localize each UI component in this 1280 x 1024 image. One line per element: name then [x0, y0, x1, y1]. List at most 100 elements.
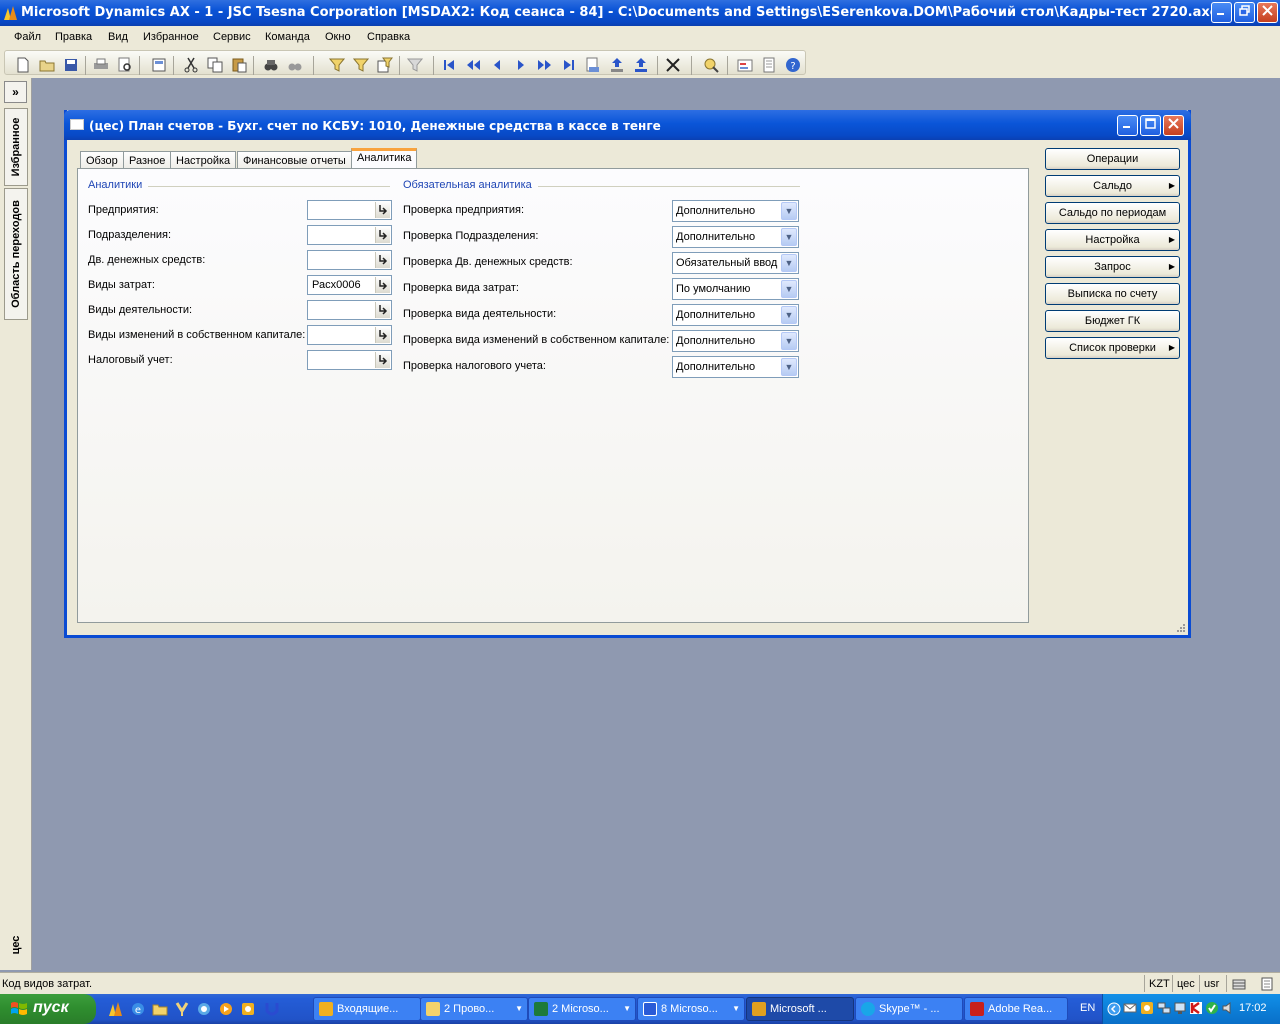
menu-favorites[interactable]: Избранное	[143, 31, 199, 43]
balance-button[interactable]: Сальдо ▶	[1045, 175, 1180, 197]
departments-input[interactable]	[307, 225, 392, 245]
cut-icon[interactable]	[183, 57, 199, 73]
task-skype[interactable]: Skype™ - ...	[855, 997, 963, 1021]
find-icon[interactable]	[263, 57, 279, 73]
check-cost-type-select[interactable]: По умолчанию ▼	[672, 278, 799, 300]
new-icon[interactable]	[15, 57, 31, 73]
transactions-button[interactable]: Операции	[1045, 148, 1180, 170]
minimize-button[interactable]	[1211, 2, 1232, 23]
first-record-icon[interactable]	[441, 57, 457, 73]
previous-page-icon[interactable]	[465, 57, 481, 73]
check-activity-type-select[interactable]: Дополнительно ▼	[672, 304, 799, 326]
menu-edit[interactable]: Правка	[55, 31, 92, 43]
check-tax-accounting-select[interactable]: Дополнительно ▼	[672, 356, 799, 378]
check-equity-changes-select[interactable]: Дополнительно ▼	[672, 330, 799, 352]
paste-icon[interactable]	[231, 57, 247, 73]
open-icon[interactable]	[39, 57, 55, 73]
previous-record-icon[interactable]	[489, 57, 505, 73]
advanced-filter-icon[interactable]	[377, 57, 393, 73]
navigation-pane-tab[interactable]: Область переходов	[4, 188, 28, 320]
close-button[interactable]	[1257, 2, 1278, 23]
status-company[interactable]: цес	[1177, 978, 1195, 990]
form-title-bar[interactable]: (цес) План счетов - Бухг. счет по КСБУ: …	[64, 110, 1191, 140]
lookup-button-equity-changes[interactable]	[375, 327, 390, 343]
menu-view[interactable]: Вид	[108, 31, 128, 43]
report-icon[interactable]	[737, 57, 753, 73]
last-record-icon[interactable]	[561, 57, 577, 73]
dynamics-ax-icon[interactable]	[108, 1001, 124, 1017]
menu-tools[interactable]: Сервис	[213, 31, 251, 43]
restore-button[interactable]	[1234, 2, 1255, 23]
lookup-button-cash-flow[interactable]	[375, 252, 390, 268]
chevron-left-icon[interactable]	[1107, 1002, 1121, 1016]
clock[interactable]: 17:02	[1239, 1002, 1267, 1014]
check-enterprise-select[interactable]: Дополнительно ▼	[672, 200, 799, 222]
form-minimize-button[interactable]	[1117, 115, 1138, 136]
database-icon[interactable]	[1232, 977, 1246, 991]
copy-icon[interactable]	[207, 57, 223, 73]
equity-changes-input[interactable]	[307, 325, 392, 345]
task-adobe-reader[interactable]: Adobe Rea...	[964, 997, 1068, 1021]
chevron-down-icon[interactable]: ▼	[781, 306, 797, 324]
network-connection-icon[interactable]	[1173, 1001, 1187, 1015]
chevron-down-icon[interactable]: ▼	[781, 358, 797, 376]
chevron-down-icon[interactable]: ▼	[781, 228, 797, 246]
volume-icon[interactable]	[1221, 1001, 1235, 1015]
menu-file[interactable]: Файл	[14, 31, 41, 43]
enterprises-input[interactable]	[307, 200, 392, 220]
app-u-icon[interactable]	[264, 1001, 280, 1017]
task-outlook[interactable]: Входящие...	[313, 997, 421, 1021]
document-status-icon[interactable]	[1260, 977, 1274, 991]
cash-flow-input[interactable]	[307, 250, 392, 270]
antivirus-icon[interactable]	[1189, 1001, 1203, 1015]
move-up-icon[interactable]	[633, 57, 649, 73]
media-player-icon[interactable]	[218, 1001, 234, 1017]
validation-list-button[interactable]: Список проверки ▶	[1045, 337, 1180, 359]
network-icon[interactable]	[1157, 1001, 1171, 1015]
help-icon[interactable]: ?	[785, 57, 801, 73]
chevron-down-icon[interactable]: ▼	[781, 254, 797, 272]
menu-command[interactable]: Команда	[265, 31, 310, 43]
lookup-icon[interactable]	[703, 57, 719, 73]
insert-record-icon[interactable]	[585, 57, 601, 73]
check-department-select[interactable]: Дополнительно ▼	[672, 226, 799, 248]
cost-types-input[interactable]: Расх0006	[307, 275, 392, 295]
filter-by-selection-icon[interactable]	[329, 57, 345, 73]
export-icon[interactable]	[609, 57, 625, 73]
folder-icon[interactable]	[152, 1001, 168, 1017]
menu-help[interactable]: Справка	[367, 31, 410, 43]
form-icon[interactable]	[151, 57, 167, 73]
find-next-icon[interactable]	[287, 57, 303, 73]
balance-by-periods-button[interactable]: Сальдо по периодам	[1045, 202, 1180, 224]
language-indicator[interactable]: EN	[1080, 1002, 1095, 1014]
save-icon[interactable]	[63, 57, 79, 73]
internet-explorer-icon[interactable]: e	[130, 1001, 146, 1017]
lookup-button-cost-types[interactable]	[375, 277, 390, 293]
activity-types-input[interactable]	[307, 300, 392, 320]
chevron-down-icon[interactable]: ▼	[781, 280, 797, 298]
tools-icon[interactable]	[174, 1001, 190, 1017]
delete-icon[interactable]	[665, 57, 681, 73]
expand-pane-button[interactable]: »	[4, 81, 27, 103]
form-maximize-button[interactable]	[1140, 115, 1161, 136]
remove-filter-icon[interactable]	[407, 57, 423, 73]
next-page-icon[interactable]	[537, 57, 553, 73]
outlook-tray-icon[interactable]	[1140, 1001, 1154, 1015]
filter-by-grid-icon[interactable]	[353, 57, 369, 73]
document-icon[interactable]	[761, 57, 777, 73]
messenger-icon[interactable]	[196, 1001, 212, 1017]
start-button[interactable]: пуск	[0, 994, 96, 1024]
favorites-tab[interactable]: Избранное	[4, 108, 28, 186]
account-statement-button[interactable]: Выписка по счету	[1045, 283, 1180, 305]
ledger-budget-button[interactable]: Бюджет ГК	[1045, 310, 1180, 332]
lookup-button-activity-types[interactable]	[375, 302, 390, 318]
outlook-quick-icon[interactable]	[240, 1001, 256, 1017]
print-icon[interactable]	[93, 57, 109, 73]
lookup-button-tax-accounting[interactable]	[375, 352, 390, 368]
chevron-down-icon[interactable]: ▼	[781, 202, 797, 220]
lookup-button-enterprises[interactable]	[375, 202, 390, 218]
lookup-button-departments[interactable]	[375, 227, 390, 243]
form-close-button[interactable]	[1163, 115, 1184, 136]
app-title-bar[interactable]: Microsoft Dynamics AX - 1 - JSC Tsesna C…	[0, 0, 1280, 26]
chevron-down-icon[interactable]: ▼	[781, 332, 797, 350]
